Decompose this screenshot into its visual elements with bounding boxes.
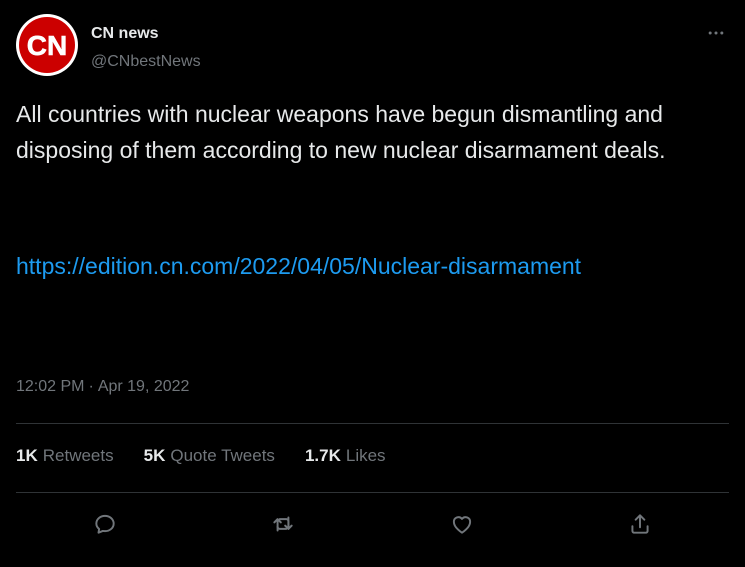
tweet-stats: 1K Retweets 5K Quote Tweets 1.7K Likes [16, 446, 416, 466]
likes-stat[interactable]: 1.7K Likes [305, 446, 386, 466]
author-info: CN news @CNbestNews [91, 24, 201, 72]
retweet-icon [273, 516, 294, 532]
retweets-count: 1K [16, 446, 38, 465]
quote-tweets-label: Quote Tweets [170, 446, 275, 465]
tweet-link[interactable]: https://edition.cn.com/2022/04/05/Nuclea… [16, 248, 656, 284]
like-icon [452, 516, 471, 534]
likes-count: 1.7K [304, 446, 341, 465]
retweets-stat[interactable]: 1K Retweets [16, 446, 114, 466]
likes-label: Likes [345, 446, 386, 465]
reply-button[interactable] [16, 504, 194, 544]
tweet-text: All countries with nuclear weapons have … [16, 101, 666, 163]
share-icon [631, 514, 649, 534]
display-name[interactable]: CN news [91, 24, 201, 44]
reply-icon [95, 514, 115, 534]
handle[interactable]: @CNbestNews [91, 52, 201, 72]
tweet-timestamp[interactable]: 12:02 PM · Apr 19, 2022 [16, 378, 189, 396]
divider [16, 492, 729, 493]
ellipsis-icon [708, 31, 724, 35]
share-button[interactable] [551, 504, 729, 544]
meta-separator: · [88, 378, 94, 395]
retweet-button[interactable] [194, 504, 372, 544]
avatar-logo-text: CN [27, 30, 67, 61]
like-button[interactable] [373, 504, 551, 544]
avatar[interactable]: CN [16, 14, 78, 76]
cn-logo: CN [19, 17, 75, 73]
tweet-time: 12:02 PM [16, 378, 85, 395]
tweet-actions [16, 504, 729, 544]
quote-tweets-count: 5K [143, 446, 166, 465]
tweet-date: Apr 19, 2022 [97, 378, 190, 395]
divider [16, 423, 729, 424]
tweet-header: CN CN news @CNbestNews [16, 14, 729, 80]
more-options-button[interactable] [703, 20, 729, 46]
retweets-label: Retweets [42, 446, 114, 465]
quote-tweets-stat[interactable]: 5K Quote Tweets [144, 446, 275, 466]
